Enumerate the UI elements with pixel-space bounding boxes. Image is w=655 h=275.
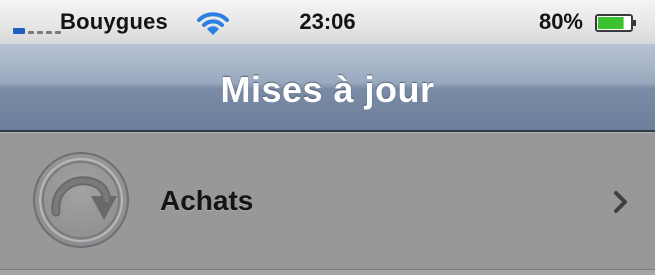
list-item-achats[interactable]: Achats bbox=[0, 132, 655, 270]
battery-icon bbox=[595, 14, 636, 32]
chevron-right-icon bbox=[614, 191, 627, 213]
updates-list: Achats bbox=[0, 132, 655, 275]
list-item-label: Achats bbox=[160, 185, 254, 216]
screen: Bouygues 23:06 80% Mises à jour Achats bbox=[0, 0, 655, 275]
row-divider bbox=[0, 270, 655, 275]
download-arrow-icon bbox=[33, 152, 129, 248]
page-title: Mises à jour bbox=[220, 69, 435, 110]
navigation-bar: Mises à jour bbox=[0, 43, 655, 132]
battery-percentage: 80% bbox=[538, 9, 583, 34]
status-bar: Bouygues 23:06 80% bbox=[0, 0, 655, 43]
